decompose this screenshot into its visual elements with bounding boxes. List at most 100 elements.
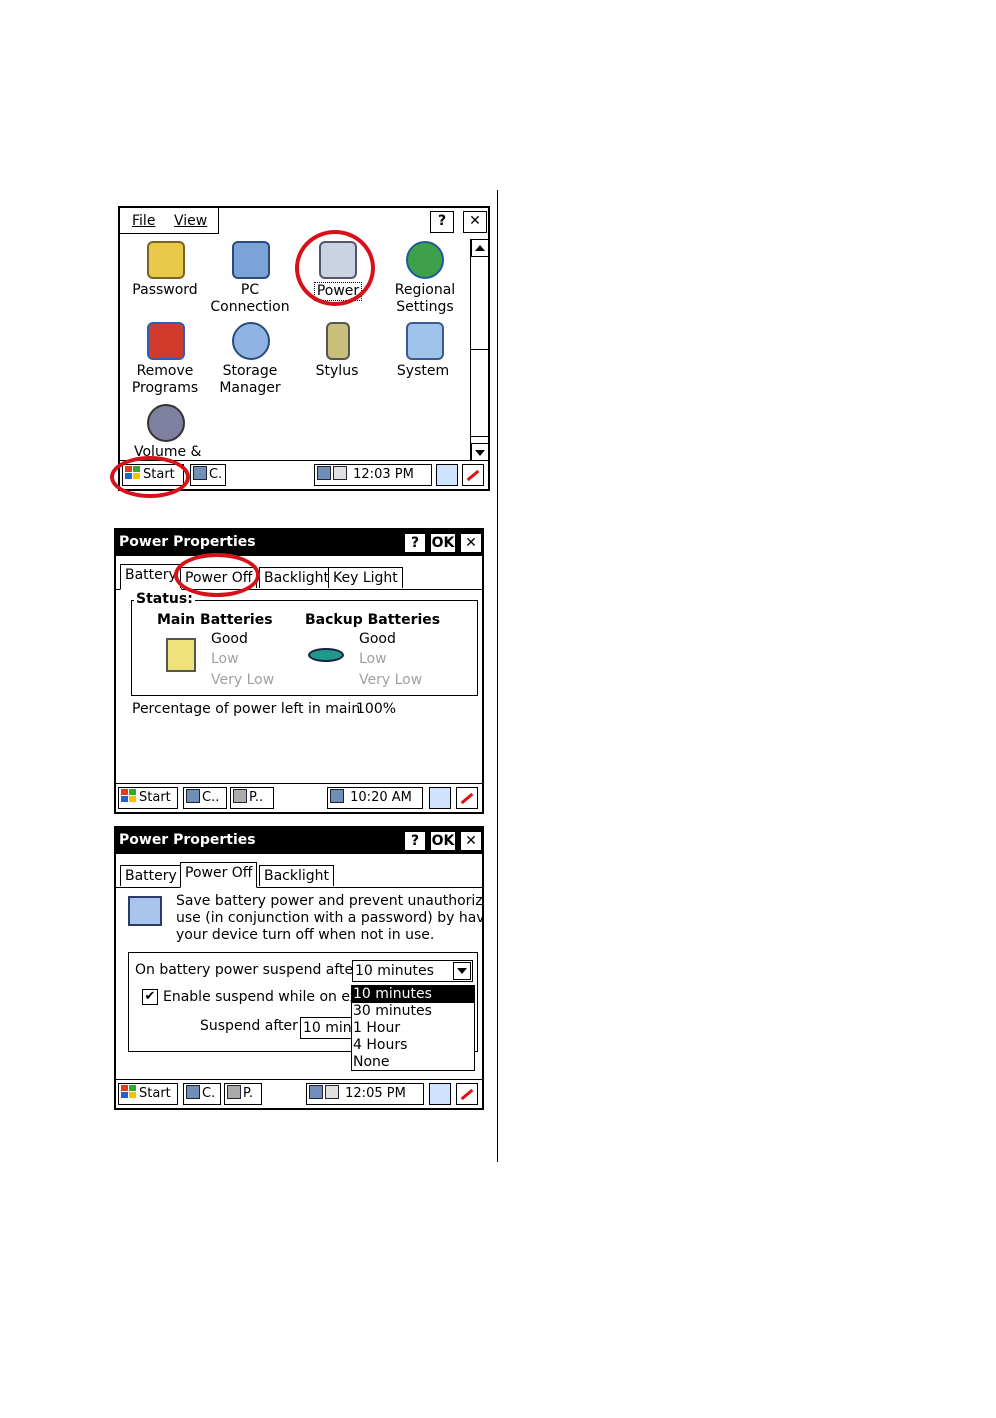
system-tray: 12:03 PM [314, 464, 432, 486]
tab-key-light[interactable]: Key Light [328, 567, 403, 588]
task-label: P. [243, 1086, 253, 1101]
title-bar: Power Properties ? OK ✕ [116, 828, 482, 854]
help-button[interactable]: ? [404, 831, 426, 851]
power-properties-power-off-window: Power Properties ? OK ✕ Battery Power Of… [114, 826, 484, 1110]
taskbar-task-1[interactable]: C. [183, 1083, 221, 1105]
highlight-ring-power [295, 230, 375, 306]
option-10-minutes[interactable]: 10 minutes [352, 986, 474, 1003]
task-window-icon [186, 1085, 200, 1099]
connectivity-icon [309, 1085, 323, 1099]
task-settings-icon [227, 1085, 241, 1099]
system-tray: 10:20 AM [327, 787, 423, 809]
scroll-thumb[interactable] [471, 349, 488, 437]
description-line-2: use (in conjunction with a password) by … [176, 910, 484, 926]
option-none[interactable]: None [352, 1054, 474, 1071]
cp-label-remove-programs: Remove Programs [131, 363, 199, 396]
tab-power-off[interactable]: Power Off [180, 862, 258, 888]
cp-label-pc-connection: PC Connection [210, 282, 290, 315]
tab-backlight[interactable]: Backlight [259, 865, 335, 886]
taskbar-task-2[interactable]: P.. [230, 787, 274, 809]
menu-bar: File View [120, 208, 219, 234]
percentage-value: 100% [356, 701, 397, 717]
input-panel-icon[interactable] [462, 464, 484, 486]
close-button[interactable]: ✕ [463, 211, 487, 233]
scroll-up-arrow[interactable] [471, 239, 488, 257]
task-label: P.. [249, 790, 264, 805]
battery-suspend-label: On battery power suspend after [135, 962, 359, 978]
backup-level-low: Low [359, 651, 387, 667]
taskbar-task-1[interactable]: C. [190, 464, 226, 486]
task-window-icon [193, 466, 207, 480]
main-level-low: Low [211, 651, 239, 667]
main-batteries-heading: Main Batteries [157, 612, 273, 628]
globe-icon [406, 241, 444, 279]
clock: 12:05 PM [345, 1086, 406, 1101]
pc-connection-icon [232, 241, 270, 279]
help-button[interactable]: ? [430, 211, 454, 233]
title-bar: Power Properties ? OK ✕ [116, 530, 482, 556]
option-1-hour[interactable]: 1 Hour [352, 1020, 474, 1037]
input-panel-icon[interactable] [456, 787, 478, 809]
system-icon [406, 322, 444, 360]
main-battery-icon [166, 638, 196, 672]
start-button[interactable]: Start [118, 1083, 178, 1105]
external-suspend-checkbox[interactable]: ✔ [142, 989, 158, 1005]
tab-battery[interactable]: Battery [120, 564, 182, 590]
suspend-after-label: Suspend after [200, 1018, 298, 1034]
vertical-scrollbar[interactable] [470, 239, 488, 461]
backup-level-good: Good [359, 631, 396, 647]
ok-button[interactable]: OK [430, 831, 456, 851]
status-label: Status: [134, 591, 195, 607]
cp-label-password: Password [132, 282, 198, 298]
power-plug-icon [333, 466, 347, 480]
desktop-icon[interactable] [429, 787, 451, 809]
suspend-options-list[interactable]: 10 minutes 30 minutes 1 Hour 4 Hours Non… [351, 985, 475, 1071]
menu-view[interactable]: View [174, 213, 207, 229]
power-properties-battery-window: Power Properties ? OK ✕ Battery Power Of… [114, 528, 484, 814]
cp-label-storage-manager: Storage Manager [219, 363, 281, 396]
key-icon [147, 241, 185, 279]
help-button[interactable]: ? [404, 533, 426, 553]
window-title: Power Properties [119, 534, 256, 550]
remove-programs-icon [147, 322, 185, 360]
taskbar: Start C.. P.. 10:20 AM [116, 783, 482, 812]
backup-batteries-heading: Backup Batteries [305, 612, 441, 628]
external-suspend-label: Enable suspend while on exte [163, 989, 373, 1005]
cp-label-system: System [396, 363, 450, 379]
windows-flag-icon [121, 1085, 137, 1099]
start-button[interactable]: Start [118, 787, 178, 809]
scroll-down-arrow[interactable] [471, 443, 488, 461]
taskbar-task-1[interactable]: C.. [183, 787, 227, 809]
tab-strip: Battery Power Off Backlight [116, 862, 482, 888]
tab-backlight[interactable]: Backlight [259, 567, 335, 588]
main-level-very-low: Very Low [211, 672, 275, 688]
taskbar-task-2[interactable]: P. [224, 1083, 262, 1105]
task-label: C. [209, 467, 223, 482]
menu-file[interactable]: File [132, 213, 155, 229]
ok-button[interactable]: OK [430, 533, 456, 553]
close-button[interactable]: ✕ [460, 533, 482, 553]
option-4-hours[interactable]: 4 Hours [352, 1037, 474, 1054]
battery-suspend-value: 10 minutes [355, 963, 434, 979]
description-line-3: your device turn off when not in use. [176, 927, 435, 943]
system-tray: 12:05 PM [306, 1083, 424, 1105]
input-panel-icon[interactable] [456, 1083, 478, 1105]
volume-icon [147, 404, 185, 442]
storage-icon [232, 322, 270, 360]
close-button[interactable]: ✕ [460, 831, 482, 851]
desktop-icon[interactable] [436, 464, 458, 486]
tab-strip: Battery Power Off Backlight Key Light [116, 564, 482, 590]
page-divider-line [497, 190, 498, 1162]
chevron-down-icon [457, 968, 467, 974]
highlight-ring-power-off-tab [174, 553, 260, 597]
battery-suspend-select[interactable]: 10 minutes [352, 960, 473, 982]
option-30-minutes[interactable]: 30 minutes [352, 1003, 474, 1020]
percentage-label: Percentage of power left in main [132, 701, 361, 717]
cp-label-stylus: Stylus [315, 363, 359, 379]
highlight-ring-start [110, 456, 190, 498]
desktop-icon[interactable] [429, 1083, 451, 1105]
dropdown-arrow-button[interactable] [453, 962, 471, 980]
task-settings-icon [233, 789, 247, 803]
tab-battery[interactable]: Battery [120, 865, 182, 886]
cp-label-regional-settings: Regional Settings [394, 282, 456, 315]
